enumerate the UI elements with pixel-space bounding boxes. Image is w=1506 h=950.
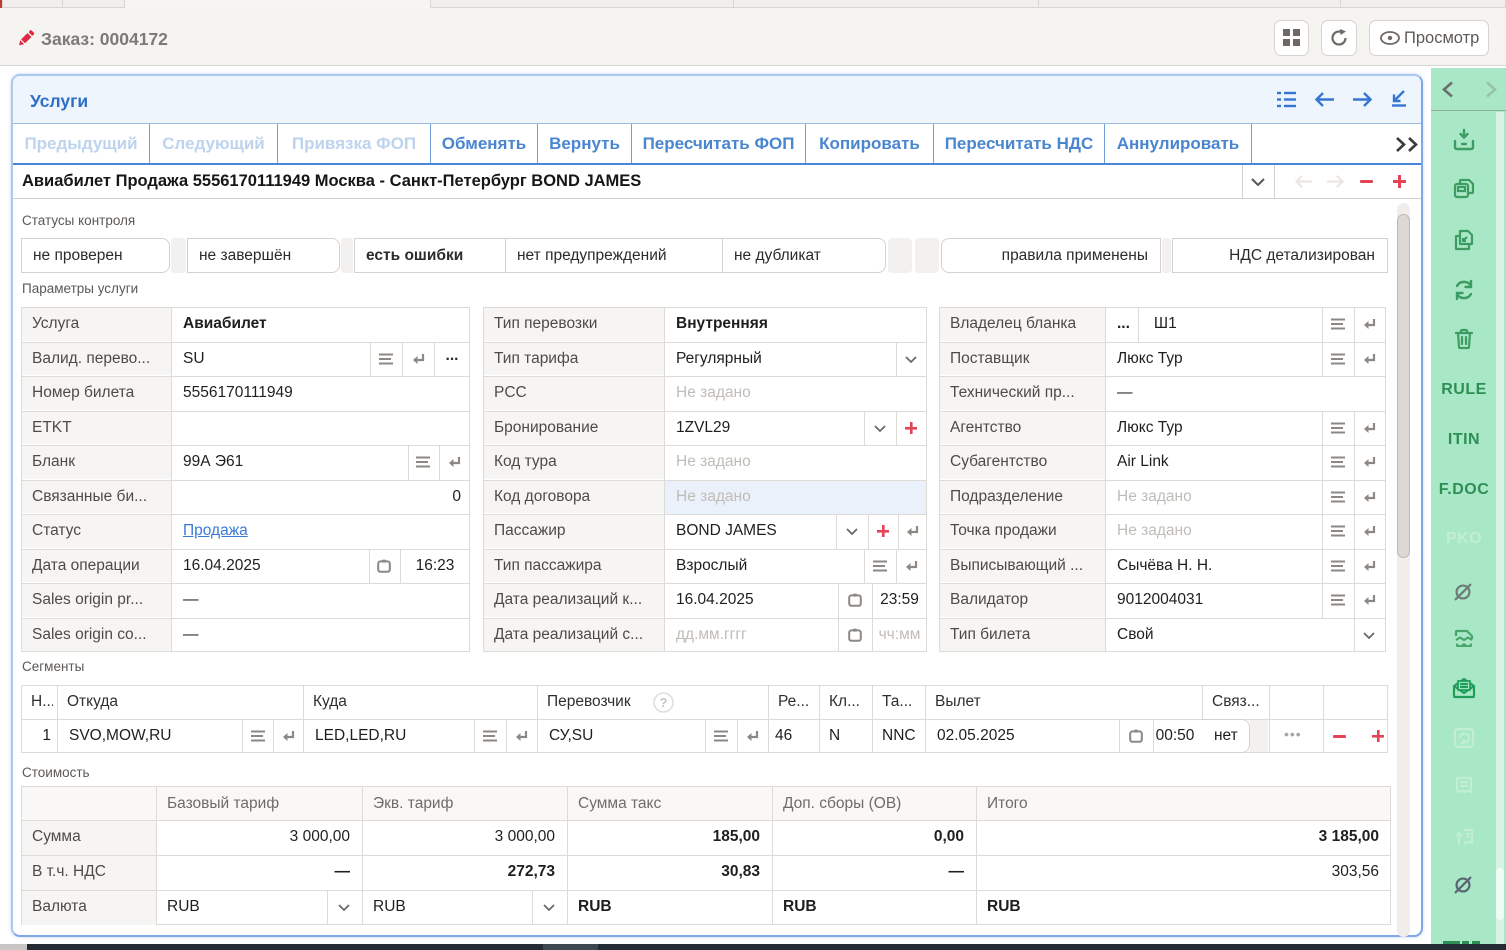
svg-text:?: ? — [660, 695, 668, 710]
